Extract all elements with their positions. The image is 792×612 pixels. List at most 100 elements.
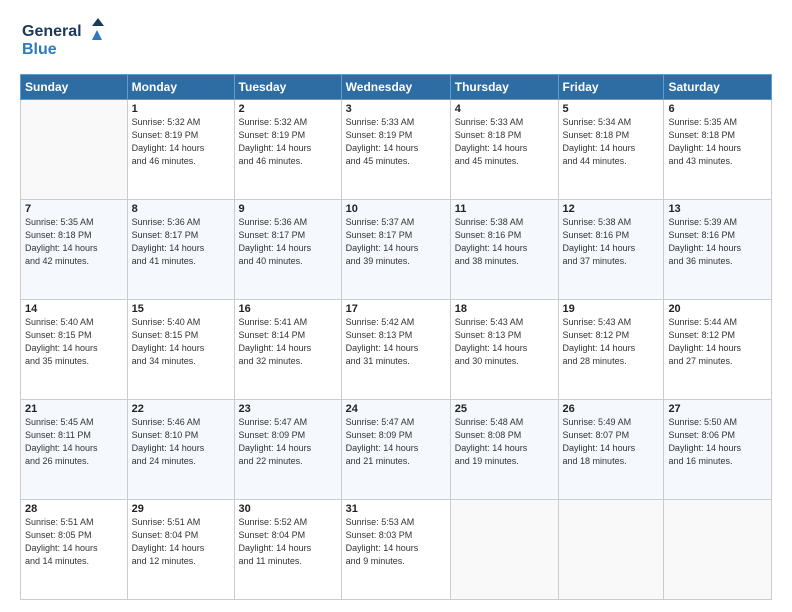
day-info: Sunrise: 5:45 AMSunset: 8:11 PMDaylight:… [25, 416, 123, 468]
calendar-cell: 16Sunrise: 5:41 AMSunset: 8:14 PMDayligh… [234, 300, 341, 400]
day-number: 11 [455, 203, 554, 215]
day-number: 5 [563, 103, 660, 115]
day-number: 10 [346, 203, 446, 215]
page: General Blue SundayMondayTuesdayWednesda… [0, 0, 792, 612]
day-number: 13 [668, 203, 767, 215]
weekday-header: Friday [558, 75, 664, 100]
day-info: Sunrise: 5:43 AMSunset: 8:12 PMDaylight:… [563, 316, 660, 368]
day-info: Sunrise: 5:34 AMSunset: 8:18 PMDaylight:… [563, 116, 660, 168]
calendar-cell: 10Sunrise: 5:37 AMSunset: 8:17 PMDayligh… [341, 200, 450, 300]
calendar-cell: 2Sunrise: 5:32 AMSunset: 8:19 PMDaylight… [234, 100, 341, 200]
day-number: 25 [455, 403, 554, 415]
logo-svg: General Blue [20, 16, 110, 66]
calendar-cell: 12Sunrise: 5:38 AMSunset: 8:16 PMDayligh… [558, 200, 664, 300]
calendar-cell: 7Sunrise: 5:35 AMSunset: 8:18 PMDaylight… [21, 200, 128, 300]
calendar-cell: 11Sunrise: 5:38 AMSunset: 8:16 PMDayligh… [450, 200, 558, 300]
day-info: Sunrise: 5:44 AMSunset: 8:12 PMDaylight:… [668, 316, 767, 368]
calendar-cell: 25Sunrise: 5:48 AMSunset: 8:08 PMDayligh… [450, 400, 558, 500]
day-number: 8 [132, 203, 230, 215]
calendar-cell: 15Sunrise: 5:40 AMSunset: 8:15 PMDayligh… [127, 300, 234, 400]
day-number: 23 [239, 403, 337, 415]
day-number: 18 [455, 303, 554, 315]
day-number: 15 [132, 303, 230, 315]
calendar-cell: 1Sunrise: 5:32 AMSunset: 8:19 PMDaylight… [127, 100, 234, 200]
calendar-cell [664, 500, 772, 600]
day-number: 24 [346, 403, 446, 415]
svg-text:General: General [22, 23, 82, 40]
calendar-week-row: 1Sunrise: 5:32 AMSunset: 8:19 PMDaylight… [21, 100, 772, 200]
day-number: 3 [346, 103, 446, 115]
calendar-cell: 13Sunrise: 5:39 AMSunset: 8:16 PMDayligh… [664, 200, 772, 300]
day-number: 7 [25, 203, 123, 215]
day-info: Sunrise: 5:36 AMSunset: 8:17 PMDaylight:… [239, 216, 337, 268]
day-number: 20 [668, 303, 767, 315]
day-number: 30 [239, 503, 337, 515]
day-number: 4 [455, 103, 554, 115]
calendar-cell: 23Sunrise: 5:47 AMSunset: 8:09 PMDayligh… [234, 400, 341, 500]
day-info: Sunrise: 5:40 AMSunset: 8:15 PMDaylight:… [132, 316, 230, 368]
logo: General Blue [20, 16, 110, 66]
calendar-cell: 4Sunrise: 5:33 AMSunset: 8:18 PMDaylight… [450, 100, 558, 200]
day-info: Sunrise: 5:53 AMSunset: 8:03 PMDaylight:… [346, 516, 446, 568]
day-info: Sunrise: 5:32 AMSunset: 8:19 PMDaylight:… [239, 116, 337, 168]
calendar-cell: 17Sunrise: 5:42 AMSunset: 8:13 PMDayligh… [341, 300, 450, 400]
day-info: Sunrise: 5:47 AMSunset: 8:09 PMDaylight:… [239, 416, 337, 468]
weekday-header: Sunday [21, 75, 128, 100]
calendar-cell: 18Sunrise: 5:43 AMSunset: 8:13 PMDayligh… [450, 300, 558, 400]
day-number: 26 [563, 403, 660, 415]
calendar-cell: 22Sunrise: 5:46 AMSunset: 8:10 PMDayligh… [127, 400, 234, 500]
day-info: Sunrise: 5:41 AMSunset: 8:14 PMDaylight:… [239, 316, 337, 368]
day-info: Sunrise: 5:33 AMSunset: 8:19 PMDaylight:… [346, 116, 446, 168]
day-info: Sunrise: 5:47 AMSunset: 8:09 PMDaylight:… [346, 416, 446, 468]
day-info: Sunrise: 5:42 AMSunset: 8:13 PMDaylight:… [346, 316, 446, 368]
calendar-cell: 27Sunrise: 5:50 AMSunset: 8:06 PMDayligh… [664, 400, 772, 500]
svg-text:Blue: Blue [22, 41, 57, 58]
calendar-week-row: 14Sunrise: 5:40 AMSunset: 8:15 PMDayligh… [21, 300, 772, 400]
calendar-header-row: SundayMondayTuesdayWednesdayThursdayFrid… [21, 75, 772, 100]
day-info: Sunrise: 5:46 AMSunset: 8:10 PMDaylight:… [132, 416, 230, 468]
day-number: 1 [132, 103, 230, 115]
day-info: Sunrise: 5:43 AMSunset: 8:13 PMDaylight:… [455, 316, 554, 368]
day-number: 21 [25, 403, 123, 415]
day-number: 16 [239, 303, 337, 315]
day-info: Sunrise: 5:40 AMSunset: 8:15 PMDaylight:… [25, 316, 123, 368]
day-info: Sunrise: 5:51 AMSunset: 8:05 PMDaylight:… [25, 516, 123, 568]
calendar-cell: 19Sunrise: 5:43 AMSunset: 8:12 PMDayligh… [558, 300, 664, 400]
day-info: Sunrise: 5:50 AMSunset: 8:06 PMDaylight:… [668, 416, 767, 468]
weekday-header: Monday [127, 75, 234, 100]
day-info: Sunrise: 5:38 AMSunset: 8:16 PMDaylight:… [563, 216, 660, 268]
day-number: 22 [132, 403, 230, 415]
day-number: 28 [25, 503, 123, 515]
day-info: Sunrise: 5:37 AMSunset: 8:17 PMDaylight:… [346, 216, 446, 268]
day-info: Sunrise: 5:35 AMSunset: 8:18 PMDaylight:… [668, 116, 767, 168]
calendar-cell: 21Sunrise: 5:45 AMSunset: 8:11 PMDayligh… [21, 400, 128, 500]
calendar-cell: 9Sunrise: 5:36 AMSunset: 8:17 PMDaylight… [234, 200, 341, 300]
calendar-cell: 24Sunrise: 5:47 AMSunset: 8:09 PMDayligh… [341, 400, 450, 500]
calendar-cell: 3Sunrise: 5:33 AMSunset: 8:19 PMDaylight… [341, 100, 450, 200]
calendar-cell: 29Sunrise: 5:51 AMSunset: 8:04 PMDayligh… [127, 500, 234, 600]
day-number: 29 [132, 503, 230, 515]
calendar-cell: 28Sunrise: 5:51 AMSunset: 8:05 PMDayligh… [21, 500, 128, 600]
calendar-cell [21, 100, 128, 200]
day-info: Sunrise: 5:36 AMSunset: 8:17 PMDaylight:… [132, 216, 230, 268]
weekday-header: Saturday [664, 75, 772, 100]
calendar-cell: 8Sunrise: 5:36 AMSunset: 8:17 PMDaylight… [127, 200, 234, 300]
calendar-cell: 26Sunrise: 5:49 AMSunset: 8:07 PMDayligh… [558, 400, 664, 500]
day-info: Sunrise: 5:48 AMSunset: 8:08 PMDaylight:… [455, 416, 554, 468]
day-number: 6 [668, 103, 767, 115]
weekday-header: Thursday [450, 75, 558, 100]
calendar-week-row: 21Sunrise: 5:45 AMSunset: 8:11 PMDayligh… [21, 400, 772, 500]
day-number: 9 [239, 203, 337, 215]
day-number: 14 [25, 303, 123, 315]
day-number: 27 [668, 403, 767, 415]
day-info: Sunrise: 5:51 AMSunset: 8:04 PMDaylight:… [132, 516, 230, 568]
day-info: Sunrise: 5:39 AMSunset: 8:16 PMDaylight:… [668, 216, 767, 268]
header: General Blue [20, 16, 772, 66]
calendar-table: SundayMondayTuesdayWednesdayThursdayFrid… [20, 74, 772, 600]
calendar-cell: 20Sunrise: 5:44 AMSunset: 8:12 PMDayligh… [664, 300, 772, 400]
day-info: Sunrise: 5:38 AMSunset: 8:16 PMDaylight:… [455, 216, 554, 268]
day-info: Sunrise: 5:49 AMSunset: 8:07 PMDaylight:… [563, 416, 660, 468]
day-info: Sunrise: 5:35 AMSunset: 8:18 PMDaylight:… [25, 216, 123, 268]
day-info: Sunrise: 5:32 AMSunset: 8:19 PMDaylight:… [132, 116, 230, 168]
calendar-cell: 30Sunrise: 5:52 AMSunset: 8:04 PMDayligh… [234, 500, 341, 600]
